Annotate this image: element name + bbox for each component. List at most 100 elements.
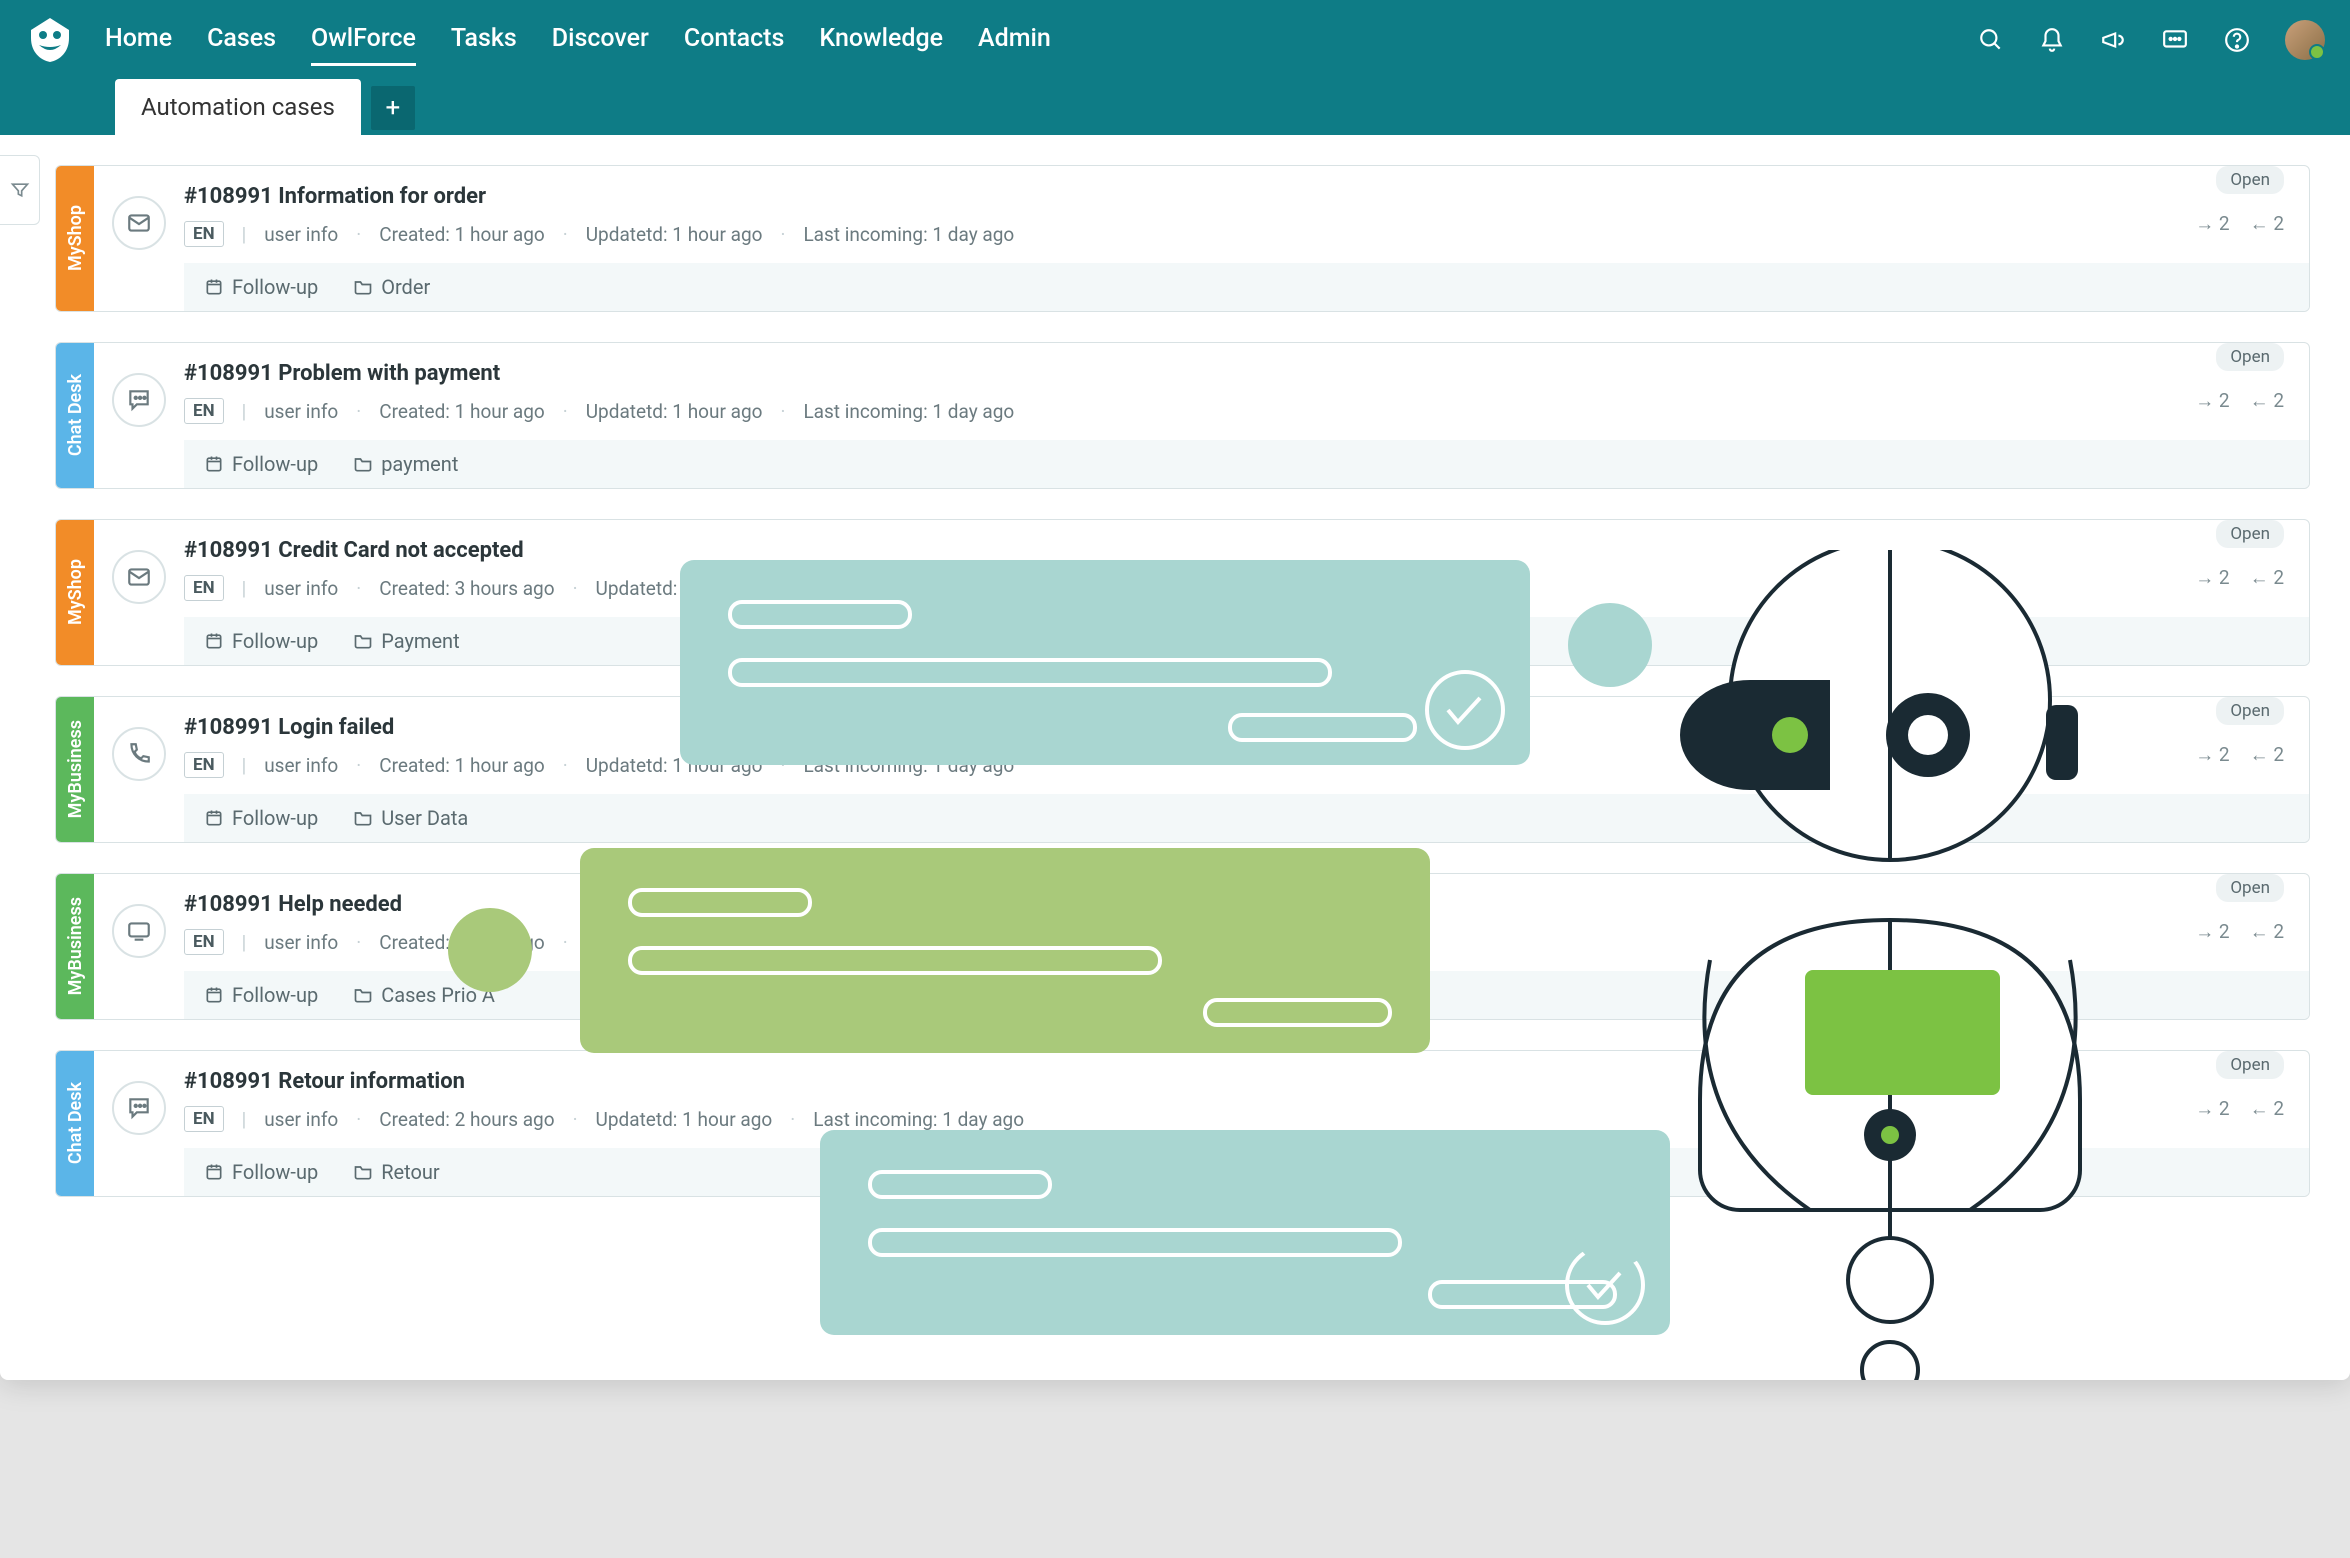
user-info: user info bbox=[264, 754, 338, 777]
lang-badge: EN bbox=[184, 1106, 224, 1132]
incoming-count: ← 2 bbox=[2250, 920, 2284, 944]
nav-owlforce[interactable]: OwlForce bbox=[311, 14, 416, 66]
channel-phone-icon bbox=[112, 727, 166, 781]
lang-badge: EN bbox=[184, 752, 224, 778]
created-time: Created: 1 hour ago bbox=[379, 223, 545, 246]
last-incoming: Last incoming: 1 day ago bbox=[803, 754, 1014, 777]
megaphone-icon[interactable] bbox=[2100, 27, 2126, 53]
updated-time: Updatetd: 1 hour ago bbox=[586, 754, 763, 777]
case-title: #108991 Help needed bbox=[184, 892, 2279, 917]
case-title: #108991 Problem with payment bbox=[184, 361, 2279, 386]
incoming-count: ← 2 bbox=[2250, 743, 2284, 767]
brand-strip: MyBusiness bbox=[56, 874, 94, 1019]
outgoing-count: → 2 bbox=[2195, 389, 2229, 413]
created-time: Created: 2 hours ago bbox=[379, 1108, 554, 1131]
followup-tag[interactable]: Follow-up bbox=[204, 806, 318, 830]
tab-add-button[interactable]: + bbox=[371, 86, 415, 130]
user-info: user info bbox=[264, 577, 338, 600]
incoming-count: ← 2 bbox=[2250, 212, 2284, 236]
case-title: #108991 Credit Card not accepted bbox=[184, 538, 2279, 563]
message-icon[interactable] bbox=[2161, 27, 2189, 53]
case-card[interactable]: Chat Desk #108991 Problem with payment E… bbox=[55, 342, 2310, 489]
case-title: #108991 Retour information bbox=[184, 1069, 2279, 1094]
tab-automation-cases[interactable]: Automation cases bbox=[115, 79, 361, 135]
updated-time: Updatetd: 1 hour ago bbox=[586, 931, 763, 954]
brand-strip: MyShop bbox=[56, 520, 94, 665]
case-card[interactable]: MyBusiness #108991 Login failed EN | use… bbox=[55, 696, 2310, 843]
status-badge: Open bbox=[2216, 1051, 2284, 1079]
updated-time: Updatetd: 1 hour ago bbox=[586, 400, 763, 423]
updated-time: Updatetd: 1 hour ago bbox=[596, 577, 773, 600]
case-card[interactable]: MyShop #108991 Credit Card not accepted … bbox=[55, 519, 2310, 666]
channel-chat-icon bbox=[112, 1081, 166, 1135]
lang-badge: EN bbox=[184, 221, 224, 247]
search-icon[interactable] bbox=[1978, 27, 2004, 53]
nav-discover[interactable]: Discover bbox=[552, 14, 649, 66]
nav-admin[interactable]: Admin bbox=[978, 14, 1051, 66]
brand-strip: Chat Desk bbox=[56, 1051, 94, 1196]
channel-screen-icon bbox=[112, 904, 166, 958]
folder-tag[interactable]: Cases Prio A bbox=[353, 983, 495, 1007]
last-incoming: Last incoming: 1 day ago bbox=[803, 223, 1014, 246]
followup-tag[interactable]: Follow-up bbox=[204, 983, 318, 1007]
last-incoming: Last incoming: 1 day ago bbox=[803, 400, 1014, 423]
brand-strip: MyBusiness bbox=[56, 697, 94, 842]
created-time: Created: 1 hour ago bbox=[379, 400, 545, 423]
followup-tag[interactable]: Follow-up bbox=[204, 275, 318, 299]
followup-tag[interactable]: Follow-up bbox=[204, 1160, 318, 1184]
lang-badge: EN bbox=[184, 929, 224, 955]
lang-badge: EN bbox=[184, 575, 224, 601]
last-incoming: Last incoming: 1 day ago bbox=[803, 931, 1014, 954]
outgoing-count: → 2 bbox=[2195, 743, 2229, 767]
incoming-count: ← 2 bbox=[2250, 389, 2284, 413]
nav-tasks[interactable]: Tasks bbox=[451, 14, 517, 66]
outgoing-count: → 2 bbox=[2195, 920, 2229, 944]
lang-badge: EN bbox=[184, 398, 224, 424]
status-badge: Open bbox=[2216, 697, 2284, 725]
app-logo[interactable] bbox=[25, 15, 75, 65]
case-title: #108991 Login failed bbox=[184, 715, 2279, 740]
created-time: Created: 1 hour ago bbox=[379, 931, 545, 954]
case-card[interactable]: MyShop #108991 Information for order EN … bbox=[55, 165, 2310, 312]
folder-tag[interactable]: Payment bbox=[353, 629, 459, 653]
case-title: #108991 Information for order bbox=[184, 184, 2279, 209]
created-time: Created: 3 hours ago bbox=[379, 577, 554, 600]
user-info: user info bbox=[264, 931, 338, 954]
bell-icon[interactable] bbox=[2039, 27, 2065, 53]
outgoing-count: → 2 bbox=[2195, 1097, 2229, 1121]
outgoing-count: → 2 bbox=[2195, 566, 2229, 590]
incoming-count: ← 2 bbox=[2250, 566, 2284, 590]
channel-chat-icon bbox=[112, 373, 166, 427]
help-icon[interactable] bbox=[2224, 27, 2250, 53]
followup-tag[interactable]: Follow-up bbox=[204, 452, 318, 476]
last-incoming: Last incoming: 2 days ago bbox=[813, 577, 1034, 600]
updated-time: Updatetd: 1 hour ago bbox=[596, 1108, 773, 1131]
avatar[interactable] bbox=[2285, 20, 2325, 60]
status-badge: Open bbox=[2216, 343, 2284, 371]
case-card[interactable]: MyBusiness #108991 Help needed EN | user… bbox=[55, 873, 2310, 1020]
folder-tag[interactable]: Retour bbox=[353, 1160, 440, 1184]
folder-tag[interactable]: Order bbox=[353, 275, 430, 299]
incoming-count: ← 2 bbox=[2250, 1097, 2284, 1121]
status-badge: Open bbox=[2216, 166, 2284, 194]
user-info: user info bbox=[264, 223, 338, 246]
case-card[interactable]: Chat Desk #108991 Retour information EN … bbox=[55, 1050, 2310, 1197]
user-info: user info bbox=[264, 1108, 338, 1131]
created-time: Created: 1 hour ago bbox=[379, 754, 545, 777]
nav-home[interactable]: Home bbox=[105, 14, 172, 66]
nav-knowledge[interactable]: Knowledge bbox=[819, 14, 943, 66]
folder-tag[interactable]: User Data bbox=[353, 806, 468, 830]
outgoing-count: → 2 bbox=[2195, 212, 2229, 236]
followup-tag[interactable]: Follow-up bbox=[204, 629, 318, 653]
status-badge: Open bbox=[2216, 520, 2284, 548]
last-incoming: Last incoming: 1 day ago bbox=[813, 1108, 1024, 1131]
folder-tag[interactable]: payment bbox=[353, 452, 458, 476]
channel-mail-icon bbox=[112, 550, 166, 604]
channel-mail-icon bbox=[112, 196, 166, 250]
user-info: user info bbox=[264, 400, 338, 423]
nav-contacts[interactable]: Contacts bbox=[684, 14, 784, 66]
nav-cases[interactable]: Cases bbox=[207, 14, 276, 66]
updated-time: Updatetd: 1 hour ago bbox=[586, 223, 763, 246]
brand-strip: MyShop bbox=[56, 166, 94, 311]
brand-strip: Chat Desk bbox=[56, 343, 94, 488]
